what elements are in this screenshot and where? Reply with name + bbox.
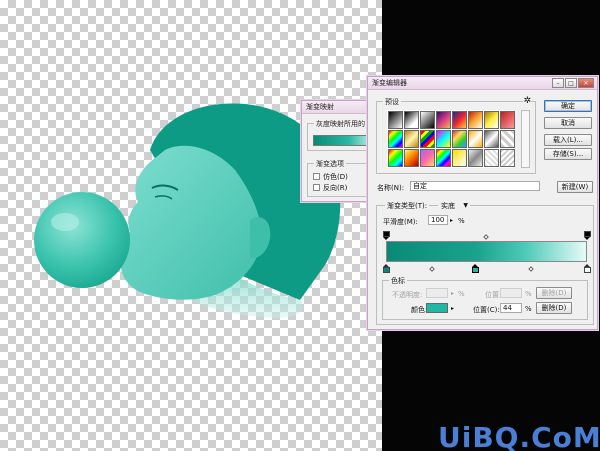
- smoothness-label: 平滑度(M):: [383, 218, 418, 226]
- presets-group: 预设 ✲: [376, 96, 536, 174]
- opacity-location-input: [500, 288, 522, 298]
- gradient-map-dialog: 渐变映射 灰度映射所用的 渐变选项 仿色(D) 反向(R): [301, 100, 377, 202]
- color-location-label: 位置(C):: [473, 306, 500, 314]
- opacity-percent: %: [458, 290, 465, 298]
- opacity-label: 不透明度:: [392, 291, 423, 299]
- presets-scrollbar[interactable]: [521, 110, 530, 168]
- opacity-stop-right[interactable]: [584, 231, 591, 240]
- preset-swatch[interactable]: [500, 149, 515, 167]
- preset-swatch[interactable]: [484, 111, 499, 129]
- preset-swatch[interactable]: [388, 130, 403, 148]
- gradient-options-label: 渐变选项: [314, 159, 346, 169]
- gradient-type-select[interactable]: 实底 ▼: [438, 201, 470, 211]
- grayscale-mapping-label: 灰度映射所用的: [314, 119, 367, 129]
- load-button[interactable]: 载入(L)...: [544, 134, 592, 146]
- preset-swatch[interactable]: [420, 111, 435, 129]
- preset-swatch[interactable]: [500, 130, 515, 148]
- name-input[interactable]: 自定: [410, 181, 540, 191]
- color-location-percent: %: [525, 305, 532, 313]
- name-label: 名称(N):: [377, 184, 405, 192]
- ok-button[interactable]: 确定: [544, 100, 592, 112]
- preset-swatch[interactable]: [468, 111, 483, 129]
- presets-label: 预设: [383, 97, 401, 107]
- preset-swatch[interactable]: [500, 111, 515, 129]
- preset-swatch[interactable]: [452, 111, 467, 129]
- gradient-bar[interactable]: [386, 241, 587, 262]
- preset-swatch[interactable]: [404, 149, 419, 167]
- opacity-input: [426, 288, 448, 298]
- color-stop-right[interactable]: [584, 264, 591, 273]
- preset-swatch[interactable]: [468, 130, 483, 148]
- gradient-map-preview[interactable]: [313, 135, 373, 146]
- delete-opacity-stop-button: 删除(D): [536, 287, 572, 299]
- preset-swatch[interactable]: [388, 149, 403, 167]
- preset-swatch[interactable]: [420, 149, 435, 167]
- stops-label: 色标: [389, 276, 407, 286]
- gradient-type-label: 渐变类型(T):: [385, 201, 430, 211]
- cancel-button[interactable]: 取消: [544, 117, 592, 129]
- color-label: 颜色:: [411, 306, 428, 314]
- delete-color-stop-button[interactable]: 删除(D): [536, 302, 572, 314]
- preset-swatch[interactable]: [436, 130, 451, 148]
- dither-label: 仿色(D): [323, 173, 348, 181]
- maximize-icon[interactable]: □: [565, 78, 577, 88]
- preset-swatch[interactable]: [420, 130, 435, 148]
- gradient-type-value: 实底: [441, 202, 455, 210]
- stop-color-swatch[interactable]: [426, 303, 448, 313]
- preset-swatch[interactable]: [404, 111, 419, 129]
- smoothness-input[interactable]: 100: [428, 215, 448, 225]
- preset-swatch[interactable]: [468, 149, 483, 167]
- presets-menu-gear-icon[interactable]: ✲: [523, 96, 531, 106]
- gradient-editor-dialog: 渐变编辑器 – □ ✕ 预设 ✲ 确定 取消 载入(L)... 存储(S)...…: [367, 76, 598, 330]
- preset-swatch[interactable]: [436, 149, 451, 167]
- opacity-arrow-icon: ▸: [451, 290, 455, 297]
- preset-swatch[interactable]: [484, 149, 499, 167]
- photoshop-canvas[interactable]: [0, 0, 382, 451]
- preset-swatch[interactable]: [452, 130, 467, 148]
- reverse-checkbox[interactable]: [313, 184, 320, 191]
- close-icon[interactable]: ✕: [578, 78, 594, 88]
- preset-swatch[interactable]: [484, 130, 499, 148]
- smoothness-percent: %: [458, 217, 465, 225]
- color-stop-left[interactable]: [383, 264, 390, 273]
- preset-swatch-grid: [387, 110, 515, 168]
- opacity-stop-left[interactable]: [383, 231, 390, 240]
- watermark-text: UiBQ.CoM: [438, 421, 600, 451]
- color-location-input[interactable]: 44: [500, 303, 522, 313]
- reverse-label: 反向(R): [323, 184, 348, 192]
- gradient-map-titlebar[interactable]: 渐变映射: [302, 101, 376, 114]
- minimize-icon[interactable]: –: [552, 78, 564, 88]
- smoothness-arrow-icon[interactable]: ▸: [450, 217, 453, 224]
- dither-checkbox[interactable]: [313, 173, 320, 180]
- opacity-location-percent: %: [525, 290, 532, 298]
- window-controls: – □ ✕: [552, 78, 594, 88]
- preset-swatch[interactable]: [436, 111, 451, 129]
- chevron-down-icon: ▼: [463, 202, 468, 209]
- gradient-map-title: 渐变映射: [306, 103, 334, 111]
- preset-swatch[interactable]: [388, 111, 403, 129]
- preset-swatch[interactable]: [404, 130, 419, 148]
- preset-swatch[interactable]: [452, 149, 467, 167]
- gradient-editor-title: 渐变编辑器: [372, 79, 407, 87]
- teal-portrait-illustration: [34, 103, 341, 319]
- color-stop-selected[interactable]: [472, 264, 479, 273]
- color-arrow-icon[interactable]: ▸: [451, 305, 454, 312]
- new-button[interactable]: 新建(W): [557, 181, 593, 193]
- opacity-location-label: 位置:: [485, 291, 502, 299]
- save-button[interactable]: 存储(S)...: [544, 148, 592, 160]
